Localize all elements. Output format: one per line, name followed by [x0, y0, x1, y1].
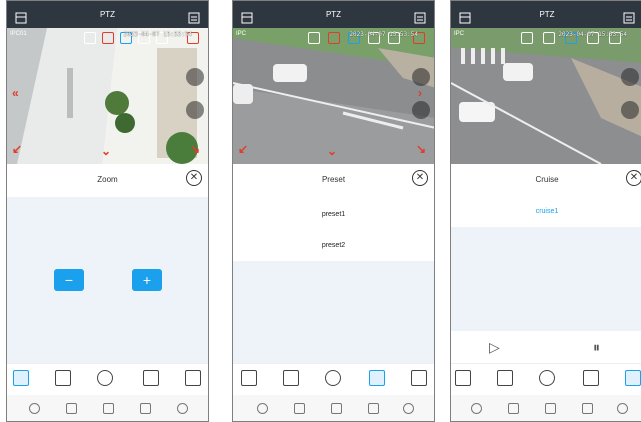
zoom-panel — [7, 197, 208, 363]
preset-tool-icon[interactable] — [369, 370, 385, 386]
close-icon[interactable]: ✕ — [412, 170, 428, 186]
zoom-tool-icon[interactable] — [143, 370, 159, 386]
settings-icon[interactable] — [328, 32, 340, 44]
eye-icon[interactable] — [521, 32, 533, 44]
record-icon[interactable] — [186, 101, 204, 119]
pan-down-left-arrow-icon[interactable]: ↙ — [238, 142, 248, 156]
pan-left-arrow-icon[interactable]: « — [12, 86, 19, 100]
more-icon[interactable] — [617, 403, 628, 414]
preset-item[interactable]: preset1 — [233, 199, 434, 230]
play-icon[interactable]: ▷ — [489, 339, 500, 356]
microphone-icon[interactable] — [29, 403, 40, 414]
speaker-icon[interactable] — [508, 403, 519, 414]
timestamp: 2023-04-07 15:53:54 — [558, 31, 627, 38]
playback-icon[interactable] — [368, 403, 379, 414]
snapshot-icon[interactable] — [412, 68, 430, 86]
panel-title: Preset — [321, 175, 346, 184]
settings-icon[interactable] — [102, 32, 114, 44]
preset-tool-icon[interactable] — [583, 370, 599, 386]
cruise-tool-icon[interactable] — [625, 370, 641, 386]
cruise-item[interactable]: cruise1 — [451, 197, 641, 227]
pan-down-left-arrow-icon[interactable]: ↙ — [12, 142, 22, 156]
pan-right-arrow-icon[interactable]: › — [418, 86, 422, 100]
record-icon[interactable] — [412, 101, 430, 119]
playback-icon[interactable] — [140, 403, 151, 414]
channel-label: IPC — [236, 31, 247, 37]
iris-icon[interactable] — [539, 370, 555, 386]
iris-icon[interactable] — [97, 370, 113, 386]
page-title: PTZ — [99, 10, 116, 19]
direction-icon[interactable] — [13, 370, 29, 386]
grid-icon[interactable] — [459, 8, 471, 24]
timestamp: 2023-04-07 15:53:54 — [349, 31, 418, 38]
close-icon[interactable]: ✕ — [186, 170, 202, 186]
tilt-down-arrow-icon[interactable]: ⌄ — [101, 144, 111, 158]
multiscreen-icon[interactable] — [103, 403, 114, 414]
panel-title: Zoom — [97, 175, 118, 184]
zoom-out-button[interactable]: − — [54, 269, 84, 291]
header-bar: PTZ — [7, 1, 208, 28]
multiscreen-icon[interactable] — [545, 403, 556, 414]
phone-cruise-screen: PTZ 2023-04-07 15:53:54 IPC Cruise ✕ cru… — [450, 0, 641, 422]
focus-icon[interactable] — [55, 370, 71, 386]
direction-icon[interactable] — [241, 370, 257, 386]
video-feed-hallway[interactable]: 2023-04-07 15:53:54 IPC01 « ⌄ ↙ ↘ — [7, 28, 208, 164]
grid-icon[interactable] — [241, 8, 253, 24]
preset-item[interactable]: preset2 — [233, 230, 434, 261]
pause-icon[interactable]: ⏸ — [593, 339, 600, 356]
focus-icon[interactable] — [283, 370, 299, 386]
cruise-tool-icon[interactable] — [411, 370, 427, 386]
snapshot-icon[interactable] — [621, 68, 639, 86]
menu-icon[interactable] — [188, 8, 200, 24]
playback-icon[interactable] — [582, 403, 593, 414]
channel-label: IPC01 — [10, 31, 27, 37]
eye-icon[interactable] — [84, 32, 96, 44]
phone-zoom-screen: PTZ 2023-04-07 15:53:54 IPC01 « ⌄ ↙ ↘ Zo… — [6, 0, 209, 422]
grid-icon[interactable] — [15, 8, 27, 24]
timestamp: 2023-04-07 15:53:54 — [123, 31, 192, 38]
page-title: PTZ — [539, 10, 555, 19]
focus-icon[interactable] — [497, 370, 513, 386]
pan-down-right-arrow-icon[interactable]: ↘ — [190, 142, 200, 156]
microphone-icon[interactable] — [471, 403, 482, 414]
panel-title: Cruise — [535, 175, 559, 184]
close-icon[interactable]: ✕ — [626, 170, 641, 186]
video-feed-road[interactable]: 2023-04-07 15:53:54 IPC › ⌄ ↙ ↘ — [233, 28, 434, 164]
microphone-icon[interactable] — [257, 403, 268, 414]
screenshot: PTZ 2023-04-07 15:53:54 IPC01 « ⌄ ↙ ↘ Zo… — [0, 0, 641, 422]
page-title: PTZ — [325, 10, 342, 19]
more-icon[interactable] — [177, 403, 188, 414]
phone-preset-screen: PTZ 2023-04-07 15:53:54 IPC › ⌄ ↙ ↘ Pres… — [232, 0, 435, 422]
zoom-in-button[interactable]: + — [132, 269, 162, 291]
snapshot-icon[interactable] — [186, 68, 204, 86]
header-bar: PTZ — [451, 1, 641, 28]
menu-icon[interactable] — [414, 8, 426, 24]
cruise-controls — [451, 331, 641, 363]
direction-icon[interactable] — [455, 370, 471, 386]
channel-label: IPC — [454, 31, 465, 37]
iris-icon[interactable] — [325, 370, 341, 386]
menu-icon[interactable] — [623, 8, 635, 24]
tilt-down-arrow-icon[interactable]: ⌄ — [327, 144, 337, 158]
cruise-tool-icon[interactable] — [185, 370, 201, 386]
eye-icon[interactable] — [308, 32, 320, 44]
record-icon[interactable] — [621, 101, 639, 119]
speaker-icon[interactable] — [66, 403, 77, 414]
settings-icon[interactable] — [543, 32, 555, 44]
speaker-icon[interactable] — [294, 403, 305, 414]
video-feed-intersection[interactable]: 2023-04-07 15:53:54 IPC — [451, 28, 641, 164]
pan-down-right-arrow-icon[interactable]: ↘ — [416, 142, 426, 156]
header-bar: PTZ — [233, 1, 434, 28]
more-icon[interactable] — [403, 403, 414, 414]
multiscreen-icon[interactable] — [331, 403, 342, 414]
